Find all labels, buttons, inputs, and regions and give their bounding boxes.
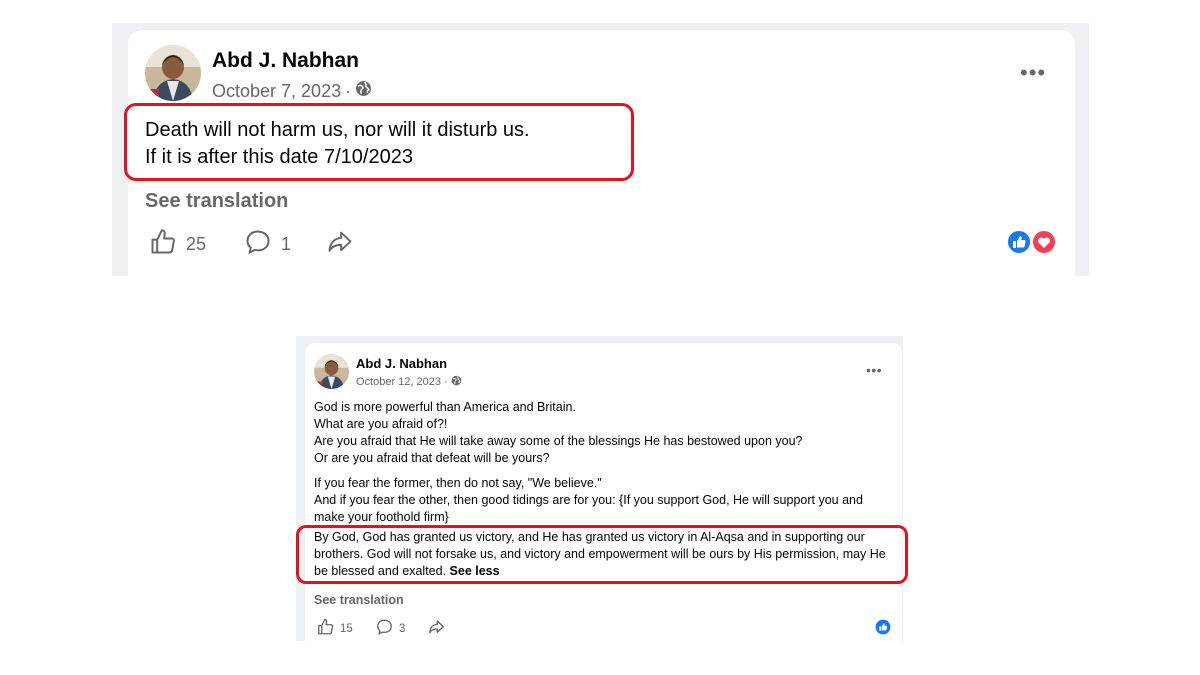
comment-button[interactable]: 1: [243, 228, 291, 261]
comment-icon: [375, 618, 394, 639]
post-text-line: Are you afraid that He will take away so…: [314, 434, 803, 448]
highlight-box: [124, 103, 634, 181]
author-name[interactable]: Abd J. Nabhan: [356, 356, 447, 371]
comment-count: 1: [281, 234, 292, 254]
post-text-line: What are you afraid of?!: [314, 417, 448, 431]
reactions-summary[interactable]: [1005, 229, 1059, 255]
avatar[interactable]: [314, 354, 349, 389]
post-paragraph: God is more powerful than America and Br…: [314, 399, 894, 467]
like-button[interactable]: 25: [148, 228, 206, 261]
post-text-line: God is more powerful than America and Br…: [314, 400, 576, 414]
love-icon: [1031, 229, 1057, 255]
avatar[interactable]: [145, 45, 201, 101]
reactions-summary[interactable]: [875, 619, 891, 635]
post-meta: October 7, 2023 ·: [212, 80, 372, 102]
share-icon: [325, 228, 355, 261]
post-date[interactable]: October 7, 2023: [212, 81, 341, 102]
globe-icon: [451, 375, 462, 389]
author-name[interactable]: Abd J. Nabhan: [212, 49, 359, 73]
comment-icon: [243, 228, 273, 261]
meta-separator: ·: [345, 80, 352, 101]
post-text-line: And if you fear the other, then good tid…: [314, 493, 863, 524]
post-text-line: Or are you afraid that defeat will be yo…: [314, 451, 550, 465]
post-text-line: If you fear the former, then do not say,…: [314, 476, 602, 490]
like-button[interactable]: 15: [316, 618, 353, 639]
comment-button[interactable]: 3: [375, 618, 405, 639]
share-button[interactable]: [427, 618, 446, 639]
see-translation-link[interactable]: See translation: [145, 190, 288, 213]
like-count: 25: [186, 234, 207, 254]
like-count: 15: [340, 622, 353, 635]
post-meta: October 12, 2023 ·: [356, 375, 462, 389]
thumbs-up-icon: [148, 228, 178, 261]
more-options-icon[interactable]: •••: [866, 362, 882, 378]
globe-icon: [355, 80, 372, 102]
highlight-box: [296, 525, 908, 584]
comment-count: 3: [399, 622, 406, 635]
post-date[interactable]: October 12, 2023: [356, 376, 441, 388]
share-icon: [427, 618, 446, 639]
thumbs-up-icon: [316, 618, 335, 639]
post-paragraph: If you fear the former, then do not say,…: [314, 475, 894, 524]
like-icon: [875, 619, 891, 635]
more-options-icon[interactable]: •••: [1020, 60, 1046, 86]
like-icon: [1006, 229, 1032, 255]
share-button[interactable]: [325, 228, 355, 261]
meta-separator: ·: [444, 376, 448, 388]
see-translation-link[interactable]: See translation: [314, 593, 404, 607]
